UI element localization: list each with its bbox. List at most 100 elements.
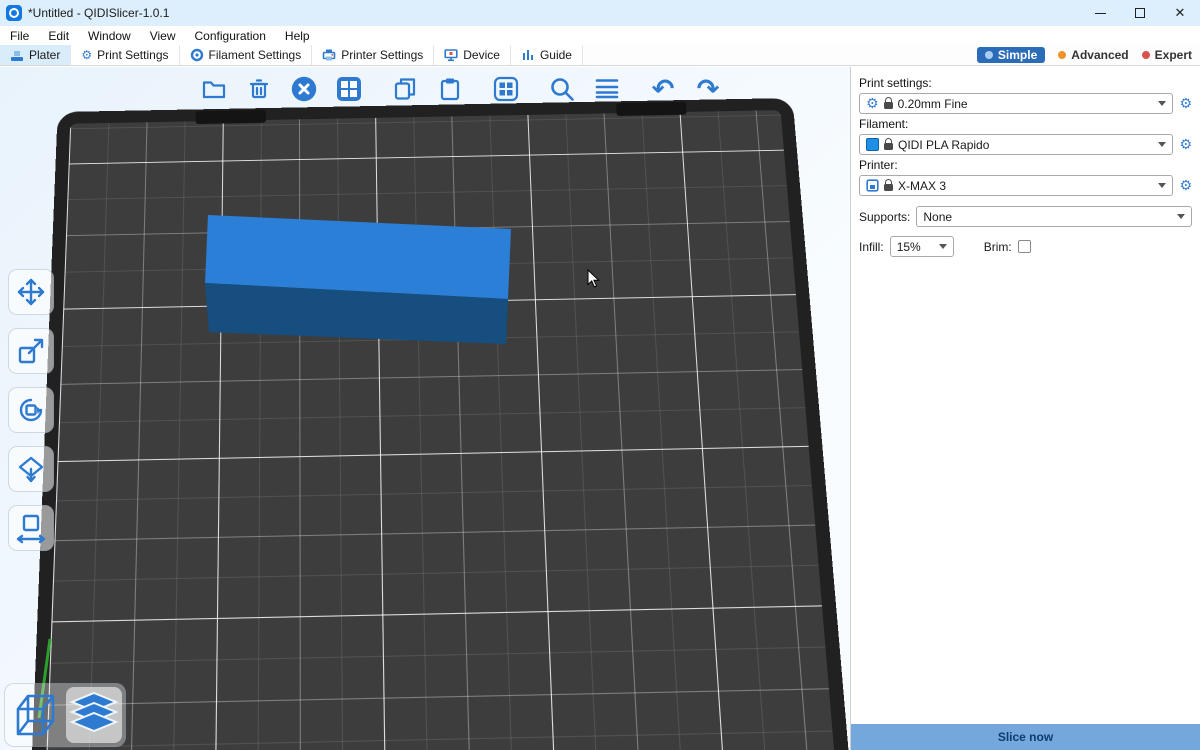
infill-value: 15% xyxy=(897,240,921,254)
open-folder-icon xyxy=(201,76,227,102)
split-objects-icon xyxy=(493,76,519,102)
printer-combo[interactable]: X-MAX 3 xyxy=(859,175,1173,196)
mode-label: Advanced xyxy=(1071,48,1128,62)
chevron-down-icon xyxy=(1158,142,1166,147)
print-settings-icon: ⚙ xyxy=(81,49,92,61)
split-to-objects-button[interactable] xyxy=(488,71,524,107)
bed-clip-tab xyxy=(196,110,266,124)
3d-editor-view-button[interactable] xyxy=(8,687,64,743)
print-settings-gear-button[interactable]: ⚙ xyxy=(1179,97,1192,111)
menu-configuration[interactable]: Configuration xyxy=(195,29,266,43)
close-button[interactable]: ✕ xyxy=(1160,0,1200,26)
mode-simple[interactable]: Simple xyxy=(977,47,1045,63)
search-icon xyxy=(549,76,575,102)
filament-combo[interactable]: QIDI PLA Rapido xyxy=(859,134,1173,155)
place-on-face-icon xyxy=(15,453,47,485)
undo-icon: ↶ xyxy=(652,76,675,103)
filament-row: QIDI PLA Rapido ⚙ xyxy=(859,134,1192,155)
place-on-face-tool-button[interactable] xyxy=(8,446,54,492)
measure-tool-button[interactable] xyxy=(8,505,54,551)
slice-now-button[interactable]: Slice now xyxy=(851,724,1200,750)
redo-icon: ↷ xyxy=(697,76,720,103)
tabbar: Plater ⚙ Print Settings Filament Setting… xyxy=(0,45,1200,66)
paste-button[interactable] xyxy=(432,71,468,107)
tab-print-settings[interactable]: ⚙ Print Settings xyxy=(71,45,179,65)
rotate-icon xyxy=(15,394,47,426)
redo-button[interactable]: ↷ xyxy=(690,71,726,107)
print-settings-combo[interactable]: ⚙ 0.20mm Fine xyxy=(859,93,1173,114)
variable-layer-height-button[interactable] xyxy=(589,71,625,107)
qidislicer-logo-icon xyxy=(6,5,22,21)
open-project-button[interactable] xyxy=(196,71,232,107)
plater-icon xyxy=(10,49,24,62)
print-settings-row: ⚙ 0.20mm Fine ⚙ xyxy=(859,93,1192,114)
mode-selector: Simple Advanced Expert xyxy=(977,45,1200,65)
brim-checkbox[interactable] xyxy=(1018,240,1031,253)
rotate-tool-button[interactable] xyxy=(8,387,54,433)
tab-printer-settings[interactable]: Printer Settings xyxy=(312,45,434,65)
window-title: *Untitled - QIDISlicer-1.0.1 xyxy=(28,6,169,20)
arrange-icon xyxy=(336,76,362,102)
scale-tool-button[interactable] xyxy=(8,328,54,374)
filament-spool-icon xyxy=(190,48,204,62)
supports-label: Supports: xyxy=(859,210,910,224)
supports-combo[interactable]: None xyxy=(916,206,1192,227)
filament-color-swatch xyxy=(866,138,879,151)
arrange-button[interactable] xyxy=(331,71,367,107)
menu-edit[interactable]: Edit xyxy=(48,29,69,43)
filament-gear-button[interactable]: ⚙ xyxy=(1179,138,1192,152)
3d-viewport[interactable]: ↶ ↷ xyxy=(0,67,850,750)
search-button[interactable] xyxy=(544,71,580,107)
printer-value: X-MAX 3 xyxy=(898,179,946,193)
bed-container xyxy=(0,67,850,750)
move-tool-button[interactable] xyxy=(8,269,54,315)
tab-plater[interactable]: Plater xyxy=(0,45,71,65)
menu-view[interactable]: View xyxy=(150,29,176,43)
tab-label: Filament Settings xyxy=(209,48,302,62)
guide-icon xyxy=(521,48,535,62)
trash-icon xyxy=(246,76,272,102)
copy-icon xyxy=(392,76,418,102)
chevron-down-icon xyxy=(1158,183,1166,188)
chevron-down-icon xyxy=(939,244,947,249)
menu-help[interactable]: Help xyxy=(285,29,310,43)
supports-value: None xyxy=(923,210,952,224)
tab-label: Plater xyxy=(29,48,60,62)
lock-icon xyxy=(884,184,893,191)
menu-file[interactable]: File xyxy=(10,29,29,43)
view-mode-toolbar xyxy=(4,683,126,747)
chevron-down-icon xyxy=(1177,214,1185,219)
expert-mode-dot-icon xyxy=(1142,51,1150,59)
lock-icon xyxy=(884,143,893,150)
tab-device[interactable]: Device xyxy=(434,45,511,65)
minimize-button[interactable] xyxy=(1080,0,1120,26)
mode-expert[interactable]: Expert xyxy=(1142,48,1192,62)
printer-mini-icon xyxy=(866,179,879,192)
print-settings-label: Print settings: xyxy=(859,76,1192,90)
move-icon xyxy=(15,276,47,308)
copy-button[interactable] xyxy=(387,71,423,107)
printer-row: X-MAX 3 ⚙ xyxy=(859,175,1192,196)
delete-button[interactable] xyxy=(241,71,277,107)
infill-combo[interactable]: 15% xyxy=(890,236,954,257)
tab-filament-settings[interactable]: Filament Settings xyxy=(180,45,313,65)
delete-all-icon xyxy=(291,76,317,102)
menu-window[interactable]: Window xyxy=(88,29,131,43)
lock-icon xyxy=(884,102,893,109)
infill-label: Infill: xyxy=(859,240,884,254)
print-settings-value: 0.20mm Fine xyxy=(898,97,968,111)
delete-all-button[interactable] xyxy=(286,71,322,107)
maximize-button[interactable] xyxy=(1120,0,1160,26)
window-controls: ✕ xyxy=(1080,0,1200,26)
preview-layers-button[interactable] xyxy=(66,687,122,743)
undo-button[interactable]: ↶ xyxy=(645,71,681,107)
layer-height-icon xyxy=(594,76,620,102)
main-area: ↶ ↷ xyxy=(0,67,1200,750)
printer-gear-button[interactable]: ⚙ xyxy=(1179,179,1192,193)
mode-advanced[interactable]: Advanced xyxy=(1058,48,1128,62)
tab-label: Guide xyxy=(540,48,572,62)
settings-panel: Print settings: ⚙ 0.20mm Fine ⚙ Filament… xyxy=(850,67,1200,750)
minimize-icon xyxy=(1095,13,1106,14)
device-monitor-icon xyxy=(444,48,458,62)
tab-guide[interactable]: Guide xyxy=(511,45,583,65)
